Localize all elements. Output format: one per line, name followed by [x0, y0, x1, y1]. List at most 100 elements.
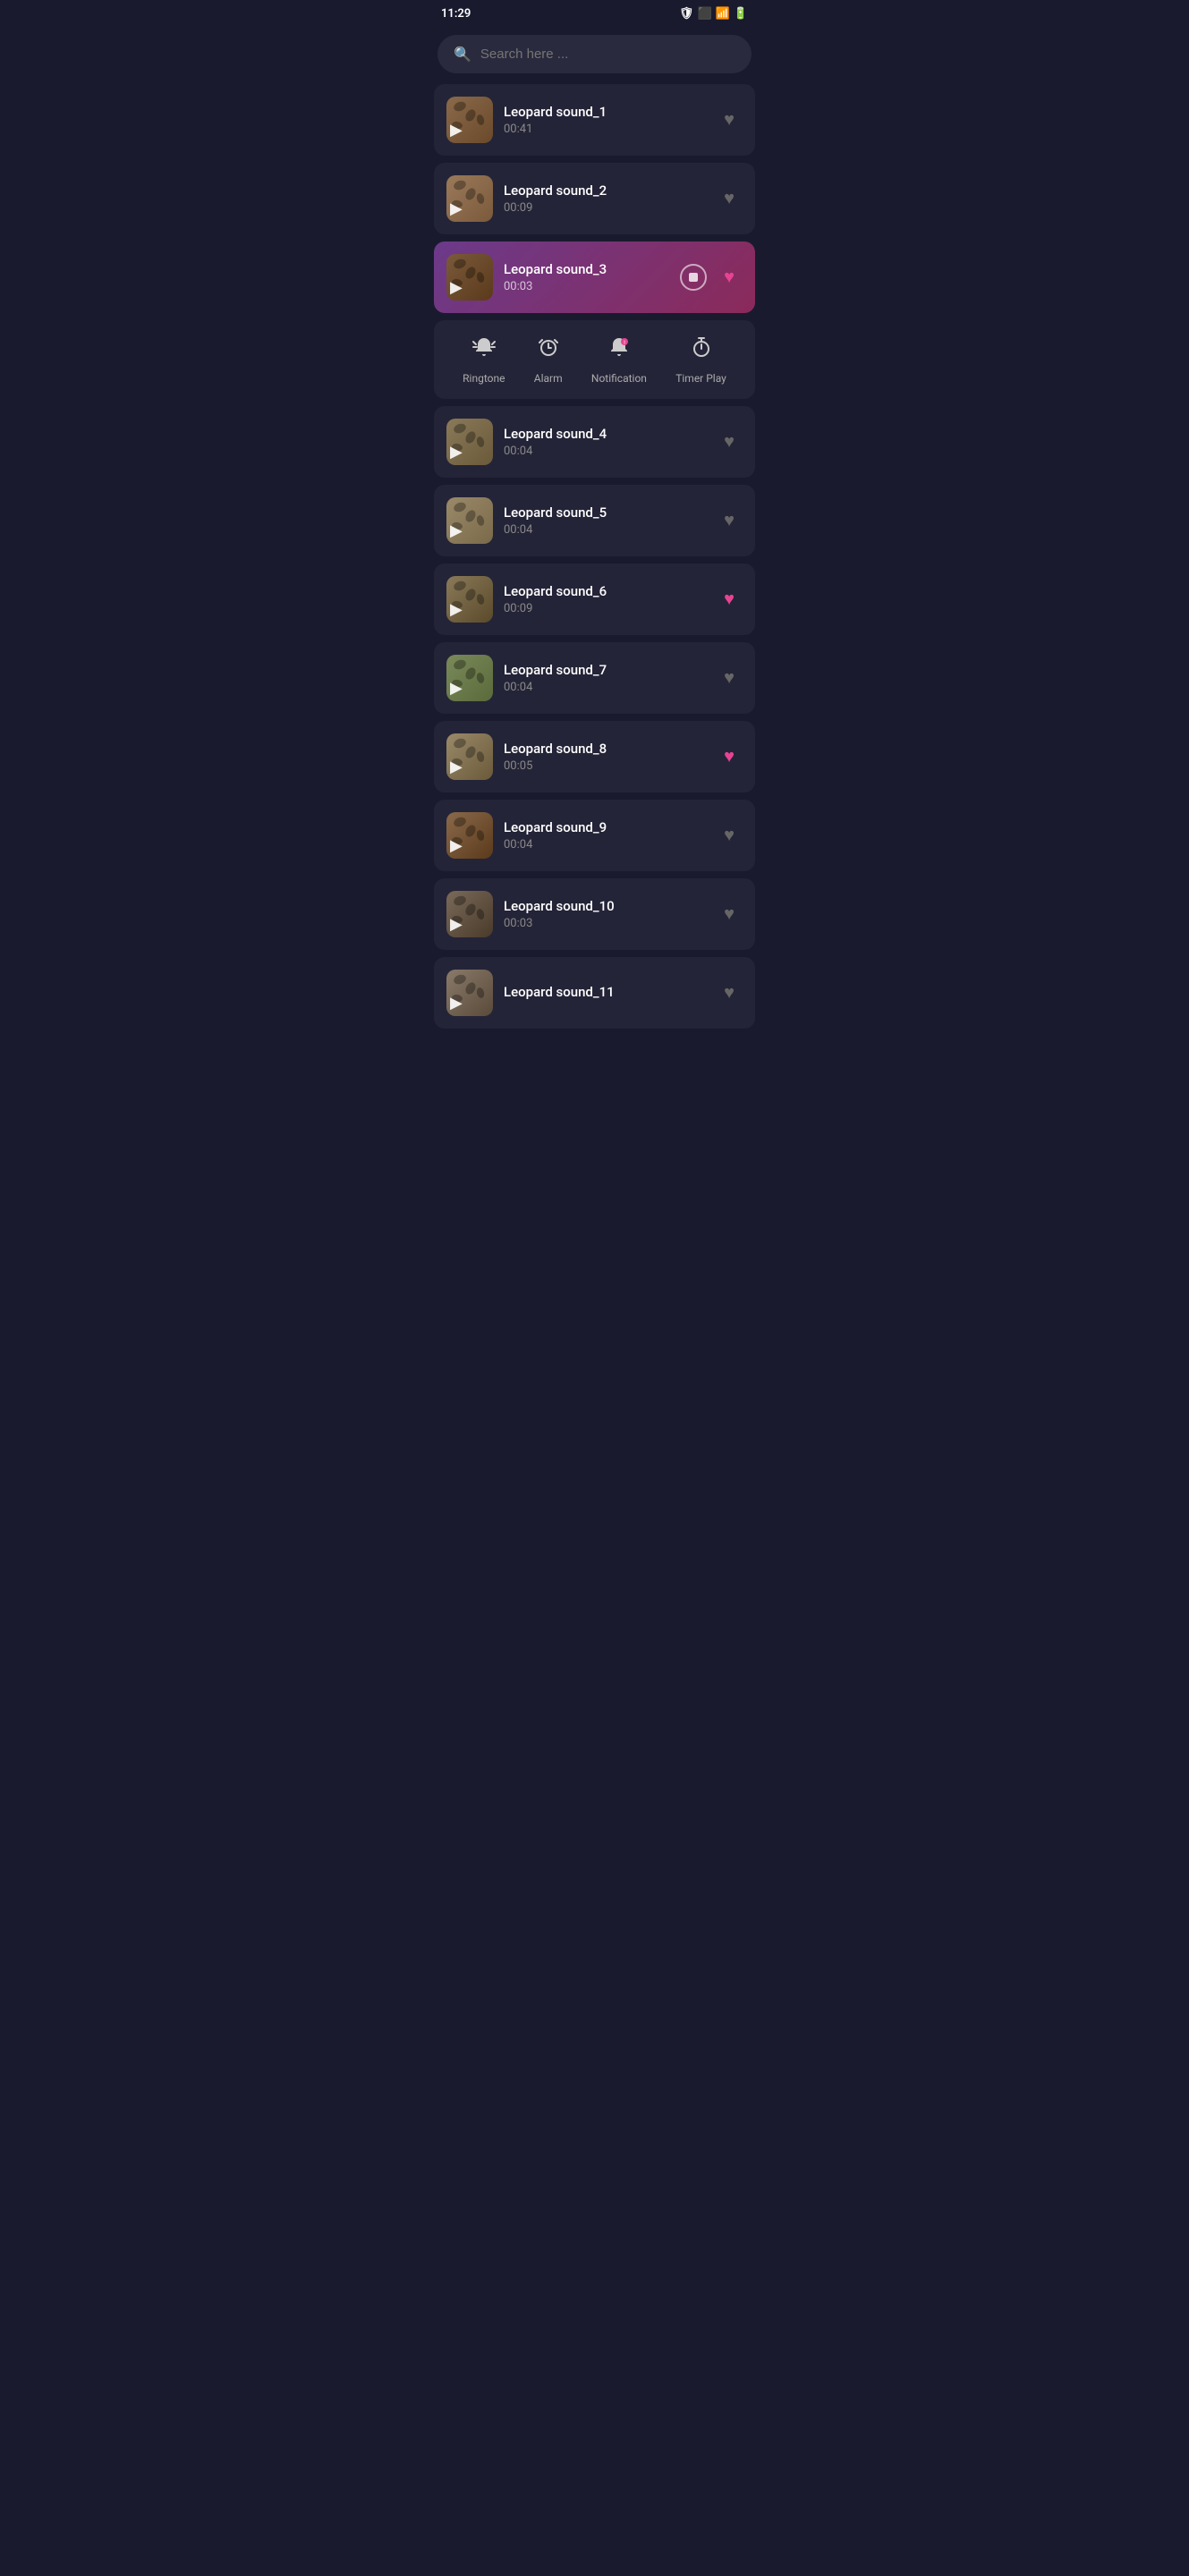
- sound-name-10: Leopard sound_10: [504, 898, 705, 914]
- sound-actions-5: ♥: [716, 507, 743, 534]
- sound-list: ▶ Leopard sound_1 00:41 ♥ ▶ Leopard soun…: [427, 80, 762, 1039]
- ringtone-icon: [471, 335, 497, 365]
- sound-item-11[interactable]: ▶ Leopard sound_11 ♥: [434, 957, 755, 1029]
- signal-icon: 📶: [716, 7, 730, 21]
- sound-duration-2: 00:09: [504, 201, 705, 215]
- alarm-icon: [536, 335, 561, 365]
- play-icon-9: ▶: [450, 836, 463, 855]
- favorite-button-1[interactable]: ♥: [716, 106, 743, 133]
- sound-name-7: Leopard sound_7: [504, 662, 705, 678]
- expanded-options: Ringtone Alarm ! Notification: [434, 320, 755, 399]
- sound-info-9: Leopard sound_9 00:04: [504, 819, 705, 852]
- sound-duration-6: 00:09: [504, 602, 705, 615]
- play-icon-2: ▶: [450, 199, 463, 218]
- favorite-button-6[interactable]: ♥: [716, 586, 743, 613]
- sound-actions-8: ♥: [716, 743, 743, 770]
- stop-icon-3: [689, 273, 698, 282]
- stop-button-3[interactable]: [680, 264, 707, 291]
- sound-item-9[interactable]: ▶ Leopard sound_9 00:04 ♥: [434, 800, 755, 871]
- play-icon-3: ▶: [450, 278, 463, 297]
- sound-info-8: Leopard sound_8 00:05: [504, 741, 705, 773]
- timerPlay-label: Timer Play: [675, 372, 726, 385]
- sound-item-10[interactable]: ▶ Leopard sound_10 00:03 ♥: [434, 878, 755, 950]
- sound-info-6: Leopard sound_6 00:09: [504, 583, 705, 615]
- sound-item-5[interactable]: ▶ Leopard sound_5 00:04 ♥: [434, 485, 755, 556]
- status-icons: 🛡 ⬛ 📶 🔋: [679, 7, 748, 21]
- sound-thumbnail-11: ▶: [446, 970, 493, 1016]
- favorite-button-5[interactable]: ♥: [716, 507, 743, 534]
- favorite-button-9[interactable]: ♥: [716, 822, 743, 849]
- option-alarm[interactable]: Alarm: [534, 335, 563, 385]
- sound-duration-10: 00:03: [504, 917, 705, 930]
- notification-label: Notification: [591, 372, 647, 385]
- favorite-button-8[interactable]: ♥: [716, 743, 743, 770]
- play-icon-7: ▶: [450, 679, 463, 698]
- sound-info-5: Leopard sound_5 00:04: [504, 504, 705, 537]
- sound-thumbnail-1: ▶: [446, 97, 493, 143]
- option-timerPlay[interactable]: Timer Play: [675, 335, 726, 385]
- favorite-button-2[interactable]: ♥: [716, 185, 743, 212]
- play-icon-11: ▶: [450, 994, 463, 1013]
- sound-item-3[interactable]: ▶ Leopard sound_3 00:03 ♥: [434, 242, 755, 313]
- sound-duration-4: 00:04: [504, 445, 705, 458]
- play-icon-5: ▶: [450, 521, 463, 540]
- favorite-button-7[interactable]: ♥: [716, 665, 743, 691]
- sound-duration-1: 00:41: [504, 123, 705, 136]
- play-icon-1: ▶: [450, 121, 463, 140]
- sound-item-2[interactable]: ▶ Leopard sound_2 00:09 ♥: [434, 163, 755, 234]
- sound-name-3: Leopard sound_3: [504, 261, 669, 277]
- sound-info-4: Leopard sound_4 00:04: [504, 426, 705, 458]
- sound-name-6: Leopard sound_6: [504, 583, 705, 599]
- sound-thumbnail-7: ▶: [446, 655, 493, 701]
- sound-thumbnail-2: ▶: [446, 175, 493, 222]
- sound-info-10: Leopard sound_10 00:03: [504, 898, 705, 930]
- play-icon-4: ▶: [450, 443, 463, 462]
- sound-thumbnail-5: ▶: [446, 497, 493, 544]
- sound-item-4[interactable]: ▶ Leopard sound_4 00:04 ♥: [434, 406, 755, 478]
- favorite-button-3[interactable]: ♥: [716, 264, 743, 291]
- sound-thumbnail-3: ▶: [446, 254, 493, 301]
- status-bar: 11:29 🛡 ⬛ 📶 🔋: [427, 0, 762, 28]
- sound-duration-7: 00:04: [504, 681, 705, 694]
- sound-thumbnail-4: ▶: [446, 419, 493, 465]
- sound-info-11: Leopard sound_11: [504, 984, 705, 1003]
- sound-actions-7: ♥: [716, 665, 743, 691]
- sound-name-11: Leopard sound_11: [504, 984, 705, 1000]
- search-input[interactable]: [480, 47, 735, 62]
- sound-name-5: Leopard sound_5: [504, 504, 705, 521]
- sound-name-2: Leopard sound_2: [504, 182, 705, 199]
- sound-duration-5: 00:04: [504, 523, 705, 537]
- sound-thumbnail-6: ▶: [446, 576, 493, 623]
- favorite-button-4[interactable]: ♥: [716, 428, 743, 455]
- sound-actions-3: ♥: [680, 264, 743, 291]
- sound-actions-4: ♥: [716, 428, 743, 455]
- sound-name-1: Leopard sound_1: [504, 104, 705, 120]
- play-icon-6: ▶: [450, 600, 463, 619]
- search-icon: 🔍: [454, 46, 471, 63]
- favorite-button-10[interactable]: ♥: [716, 901, 743, 928]
- option-ringtone[interactable]: Ringtone: [463, 335, 505, 385]
- status-time: 11:29: [441, 7, 471, 21]
- battery-icon: 🔋: [734, 7, 748, 21]
- option-notification[interactable]: ! Notification: [591, 335, 647, 385]
- play-icon-10: ▶: [450, 915, 463, 934]
- sound-item-6[interactable]: ▶ Leopard sound_6 00:09 ♥: [434, 564, 755, 635]
- sound-actions-11: ♥: [716, 979, 743, 1006]
- sound-item-1[interactable]: ▶ Leopard sound_1 00:41 ♥: [434, 84, 755, 156]
- sound-actions-2: ♥: [716, 185, 743, 212]
- sound-info-1: Leopard sound_1 00:41: [504, 104, 705, 136]
- sound-thumbnail-10: ▶: [446, 891, 493, 937]
- sound-item-8[interactable]: ▶ Leopard sound_8 00:05 ♥: [434, 721, 755, 792]
- ringtone-label: Ringtone: [463, 372, 505, 385]
- favorite-button-11[interactable]: ♥: [716, 979, 743, 1006]
- search-bar[interactable]: 🔍: [437, 35, 752, 73]
- sound-name-8: Leopard sound_8: [504, 741, 705, 757]
- sound-info-3: Leopard sound_3 00:03: [504, 261, 669, 293]
- sound-info-7: Leopard sound_7 00:04: [504, 662, 705, 694]
- shield-icon: 🛡: [679, 7, 694, 21]
- sound-duration-9: 00:04: [504, 838, 705, 852]
- sound-thumbnail-9: ▶: [446, 812, 493, 859]
- sound-actions-1: ♥: [716, 106, 743, 133]
- sound-item-7[interactable]: ▶ Leopard sound_7 00:04 ♥: [434, 642, 755, 714]
- sound-name-9: Leopard sound_9: [504, 819, 705, 835]
